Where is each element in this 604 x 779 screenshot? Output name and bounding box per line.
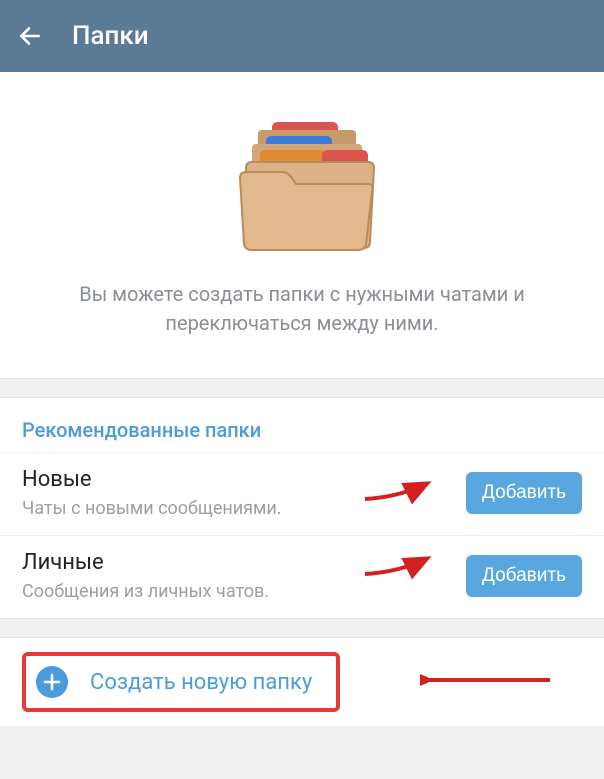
row-subtitle: Сообщения из личных чатов.: [22, 581, 466, 602]
create-section: Создать новую папку: [0, 637, 604, 726]
row-title: Новые: [22, 467, 466, 492]
back-button[interactable]: [16, 22, 44, 50]
create-label: Создать новую папку: [90, 670, 312, 695]
add-button[interactable]: Добавить: [466, 472, 582, 514]
row-content: Новые Чаты с новыми сообщениями.: [22, 467, 466, 519]
app-header: Папки: [0, 0, 604, 72]
section-header: Рекомендованные папки: [0, 398, 604, 452]
row-subtitle: Чаты с новыми сообщениями.: [22, 498, 466, 519]
folders-illustration: [222, 108, 382, 258]
recommended-row-new: Новые Чаты с новыми сообщениями. Добавит…: [0, 452, 604, 535]
row-content: Личные Сообщения из личных чатов.: [22, 550, 466, 602]
create-folder-button[interactable]: Создать новую папку: [22, 652, 340, 712]
arrow-left-icon: [17, 23, 43, 49]
row-title: Личные: [22, 550, 466, 575]
page-title: Папки: [72, 21, 149, 51]
add-button[interactable]: Добавить: [466, 555, 582, 597]
folder-stack-icon: [222, 108, 382, 258]
plus-icon: [36, 666, 68, 698]
recommended-section: Рекомендованные папки Новые Чаты с новым…: [0, 397, 604, 619]
annotation-arrow-icon: [420, 666, 560, 696]
recommended-row-personal: Личные Сообщения из личных чатов. Добави…: [0, 535, 604, 618]
hero-section: Вы можете создать папки с нужными чатами…: [0, 72, 604, 379]
hero-description: Вы можете создать папки с нужными чатами…: [40, 280, 564, 338]
